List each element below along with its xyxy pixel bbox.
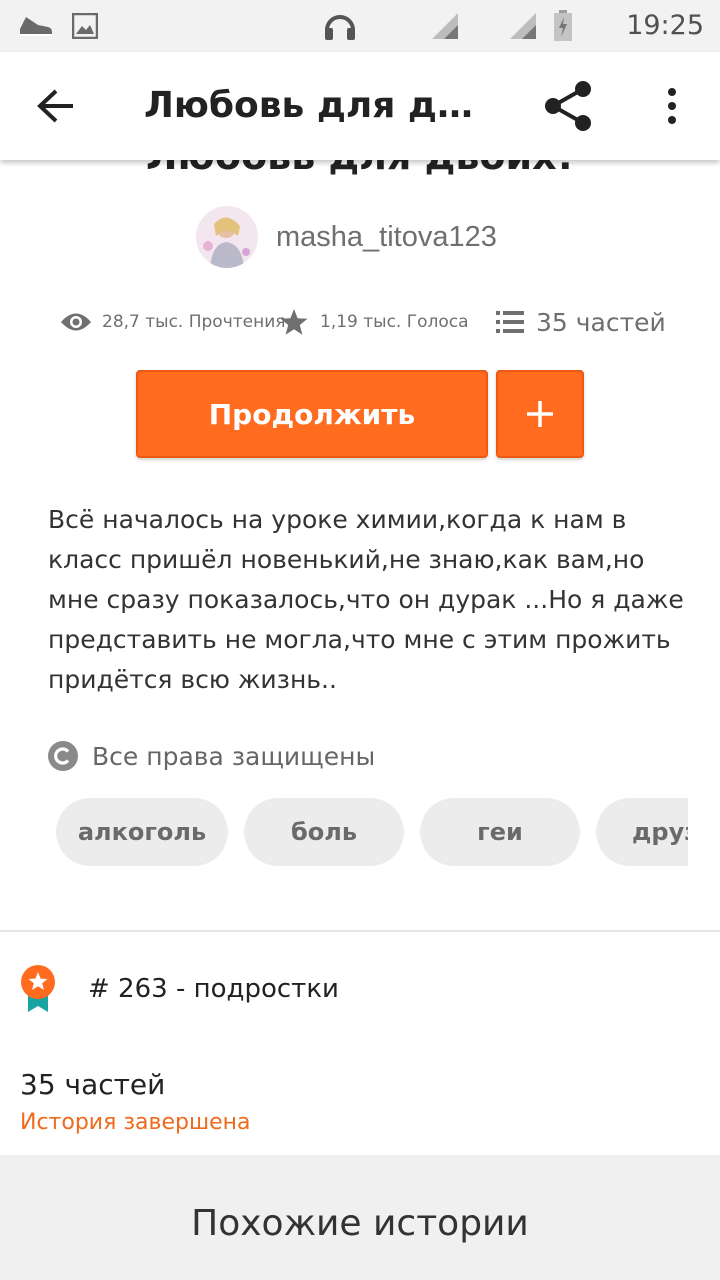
parts-stat: 35 частей xyxy=(496,300,666,344)
tag-list: алкоголь боль геи друзья xyxy=(0,798,688,866)
arrow-left-icon xyxy=(37,89,73,123)
completion-status: История завершена xyxy=(20,1110,251,1135)
reads-stat: 28,7 тыс. Прочтения xyxy=(60,300,286,344)
plus-icon xyxy=(527,401,553,427)
copyright-text: Все права защищены xyxy=(92,741,376,771)
parts-count: 35 частей xyxy=(536,307,666,337)
tag-chip[interactable]: алкоголь xyxy=(56,798,228,866)
ranking-medal-icon xyxy=(21,965,55,1012)
tag-chip[interactable]: друзья xyxy=(596,798,688,866)
votes-count: 1,19 тыс. Голоса xyxy=(320,312,469,332)
more-vertical-icon xyxy=(668,88,676,124)
ranking-badge xyxy=(18,962,58,1016)
author-name: masha_titova123 xyxy=(276,220,497,253)
author-link[interactable]: masha_titova123 xyxy=(196,204,497,270)
status-bar: 19:25 xyxy=(0,0,720,52)
ranking-text[interactable]: # 263 - подростки xyxy=(88,968,339,1010)
copyright-info: Все права защищены xyxy=(48,736,375,776)
app-bar-title: Любовь для дво… xyxy=(144,85,494,126)
more-options-button[interactable] xyxy=(648,74,696,138)
similar-stories-title: Похожие истории xyxy=(191,1203,529,1244)
eye-icon xyxy=(61,313,91,331)
back-button[interactable] xyxy=(20,76,92,136)
story-description: Всё началось на уроке химии,когда к нам … xyxy=(48,505,684,694)
image-icon xyxy=(70,0,100,52)
list-icon xyxy=(496,311,524,333)
votes-stat: 1,19 тыс. Голоса xyxy=(280,300,469,344)
app-bar: Любовь для дво… xyxy=(0,52,720,160)
reads-count: 28,7 тыс. Прочтения xyxy=(102,312,286,332)
continue-reading-button[interactable]: Продолжить xyxy=(136,370,488,458)
share-icon xyxy=(545,81,591,131)
battery-icon xyxy=(550,0,576,52)
add-to-library-button[interactable] xyxy=(496,370,584,458)
signal-icon xyxy=(506,0,540,52)
star-icon xyxy=(280,308,308,335)
clock: 19:25 xyxy=(626,10,704,41)
sneaker-icon xyxy=(16,0,56,52)
share-button[interactable] xyxy=(536,74,600,138)
headset-icon xyxy=(320,0,360,52)
parts-summary: 35 частей xyxy=(20,1068,166,1101)
tag-chip[interactable]: геи xyxy=(420,798,580,866)
signal-icon xyxy=(428,0,462,52)
tag-chip[interactable]: боль xyxy=(244,798,404,866)
avatar xyxy=(196,206,258,268)
copyright-icon xyxy=(48,741,78,771)
divider xyxy=(0,930,720,932)
